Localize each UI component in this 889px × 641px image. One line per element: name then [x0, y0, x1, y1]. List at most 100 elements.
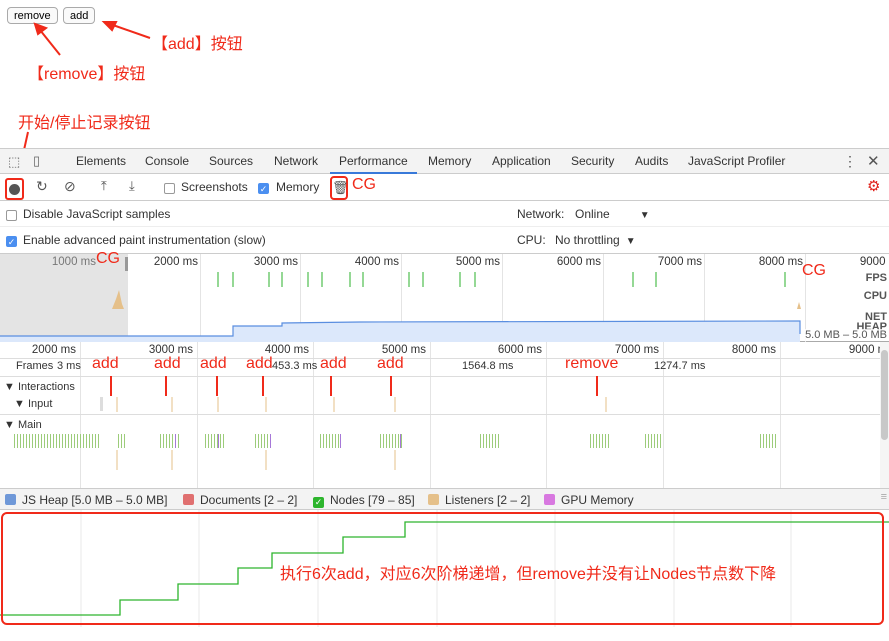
main-thread-task [392, 434, 393, 448]
cg-annotation: CG [352, 176, 376, 193]
main-thread-task [62, 434, 63, 448]
save-profile-icon[interactable]: ⤓ [129, 178, 135, 194]
tab-security[interactable]: Security [571, 154, 614, 168]
main-thread-task [89, 434, 90, 448]
main-thread-task [160, 434, 161, 448]
legend-checkbox[interactable] [5, 494, 16, 505]
main-thread-task [26, 434, 27, 448]
legend-item-3[interactable]: Listeners [2 – 2] [428, 493, 530, 507]
tab-elements[interactable]: Elements [76, 154, 126, 168]
flame-scrollbar[interactable] [880, 342, 889, 488]
main-thread-task [495, 434, 496, 448]
cpu-throttle-select[interactable]: No throttling ▼ [555, 233, 636, 247]
collect-garbage-button[interactable]: 🗑 [330, 176, 349, 200]
tab-audits[interactable]: Audits [635, 154, 668, 168]
main-thread-task [332, 434, 333, 448]
tab-sources[interactable]: Sources [209, 154, 253, 168]
main-thread-task [492, 434, 493, 448]
tab-application[interactable]: Application [492, 154, 551, 168]
main-thread-task [602, 434, 603, 448]
settings-gear-icon[interactable]: ⚙ [867, 177, 880, 195]
cg-annotation-right: CG [802, 262, 826, 279]
devtools-tab-bar: ⬚ ▯ Elements Console Sources Network Per… [0, 148, 889, 174]
tab-network[interactable]: Network [274, 154, 318, 168]
network-throttle-select[interactable]: Online ▼ [575, 207, 650, 221]
more-options-icon[interactable]: ⋮ [843, 153, 857, 170]
flame-chart[interactable]: 2000 ms 3000 ms 4000 ms 5000 ms 6000 ms 7000 … [0, 342, 889, 488]
main-thread-task [605, 434, 606, 448]
legend-checkbox[interactable] [544, 494, 555, 505]
tab-memory[interactable]: Memory [428, 154, 471, 168]
main-thread-paint [270, 434, 271, 448]
main-thread-task [489, 434, 490, 448]
tab-performance[interactable]: Performance [339, 154, 408, 168]
legend-checkbox[interactable] [428, 494, 439, 505]
click-annotation: add [200, 355, 227, 372]
record-button[interactable] [5, 178, 24, 200]
legend-checkbox[interactable] [183, 494, 194, 505]
main-thread-task [593, 434, 594, 448]
main-thread-task [32, 434, 33, 448]
tab-javascript-profiler[interactable]: JavaScript Profiler [688, 154, 785, 168]
screenshots-checkbox[interactable] [164, 181, 175, 195]
legend-item-0[interactable]: JS Heap [5.0 MB – 5.0 MB] [5, 493, 167, 507]
main-thread-task [83, 434, 84, 448]
clear-icon[interactable]: ⊘ [64, 178, 76, 195]
fps-bars [217, 272, 786, 287]
legend-item-1[interactable]: Documents [2 – 2] [183, 493, 297, 507]
main-thread-task [329, 434, 330, 448]
legend-label: Documents [2 – 2] [200, 493, 298, 507]
main-thread-paint [175, 434, 176, 448]
legend-label: GPU Memory [561, 493, 634, 507]
main-thread-task [169, 434, 170, 448]
main-thread-task [214, 434, 215, 448]
main-thread-task [118, 434, 119, 448]
main-thread-task [608, 434, 609, 448]
main-thread-task [261, 434, 262, 448]
legend-checkbox[interactable]: ✓ [313, 497, 324, 508]
cg-annotation-left: CG [96, 250, 120, 267]
memory-counters-legend: JS Heap [5.0 MB – 5.0 MB] Documents [2 – … [0, 488, 889, 510]
main-thread-task [35, 434, 36, 448]
legend-item-2[interactable]: ✓ Nodes [79 – 85] [313, 493, 415, 508]
memory-checkbox[interactable]: ✓ [258, 181, 269, 195]
dropdown-arrow-icon: ▼ [639, 210, 650, 221]
main-thread-task [267, 434, 268, 448]
main-thread-task [645, 434, 646, 448]
legend-label: Listeners [2 – 2] [445, 493, 531, 507]
disable-js-samples-checkbox[interactable] [6, 208, 17, 222]
main-thread-task [590, 434, 591, 448]
dropdown-arrow-icon: ▼ [625, 236, 636, 247]
reload-icon[interactable]: ↻ [36, 178, 48, 195]
main-thread-task [47, 434, 48, 448]
annotation-arrow [262, 376, 264, 396]
main-thread-task [380, 434, 381, 448]
main-thread-task [389, 434, 390, 448]
resize-handle-icon[interactable]: ≡ [881, 491, 887, 503]
main-thread-task [480, 434, 481, 448]
main-thread-task [395, 434, 396, 448]
main-thread-task [657, 434, 658, 448]
click-annotation: add [92, 355, 119, 372]
main-thread-task [760, 434, 761, 448]
legend-item-4[interactable]: GPU Memory [544, 493, 634, 507]
load-profile-icon[interactable]: ⤒ [101, 178, 107, 194]
main-thread-task [41, 434, 42, 448]
paint-instrumentation-checkbox[interactable]: ✓ [6, 234, 17, 248]
close-icon[interactable]: ✕ [867, 152, 880, 170]
main-thread-task [14, 434, 15, 448]
inspect-element-icon[interactable]: ⬚ [8, 154, 20, 170]
tab-console[interactable]: Console [145, 154, 189, 168]
main-thread-paint [218, 434, 219, 448]
overview-graph [0, 272, 801, 342]
main-thread-task [383, 434, 384, 448]
timeline-overview[interactable]: 1000 ms 2000 ms 3000 ms 4000 ms 5000 ms 6000 … [0, 250, 889, 342]
main-thread-task [86, 434, 87, 448]
settings-row-1: Disable JavaScript samples Network: Onli… [0, 201, 889, 227]
main-thread-task [220, 434, 221, 448]
main-thread-task [772, 434, 773, 448]
main-thread-task [648, 434, 649, 448]
click-annotation: add [320, 355, 347, 372]
device-toolbar-icon[interactable]: ▯ [33, 153, 40, 169]
main-thread-task [483, 434, 484, 448]
